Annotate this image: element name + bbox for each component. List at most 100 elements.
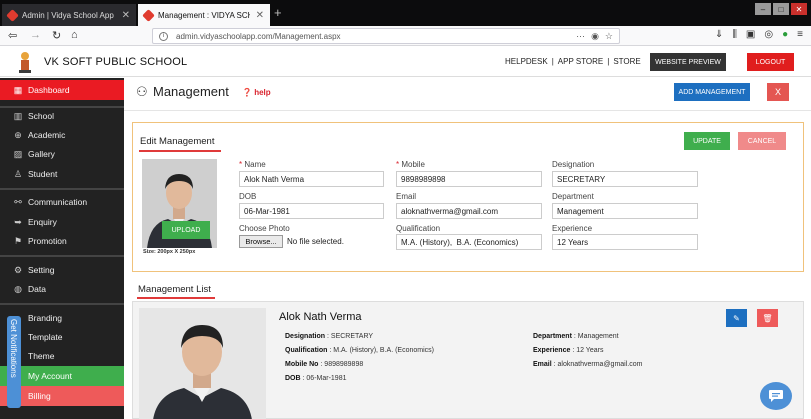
extension-icon[interactable]: ● (782, 29, 788, 40)
globe-icon: ⊕ (14, 129, 22, 140)
main-content: ⚇ Management ❓ help ADD MANAGEMENT X Edi… (124, 78, 811, 419)
delete-button[interactable]: 🗑 (757, 309, 778, 327)
new-tab-icon[interactable]: + (274, 5, 282, 20)
get-notifications-tab[interactable]: Get Notifications (7, 316, 21, 408)
sidebar-item-label: Theme (28, 351, 55, 361)
image-icon: ▨ (13, 148, 23, 159)
add-management-button[interactable]: ADD MANAGEMENT (674, 83, 750, 101)
file-status: No file selected. (287, 237, 344, 246)
email-field[interactable] (396, 203, 542, 219)
top-links: HELPDESK | APP STORE | STORE (505, 57, 641, 66)
chat-button[interactable] (760, 382, 792, 410)
menu-icon[interactable]: ≡ (797, 29, 803, 40)
designation-field[interactable] (552, 171, 698, 187)
upload-button[interactable]: UPLOAD (162, 221, 210, 239)
website-preview-button[interactable]: WEBSITE PREVIEW (650, 53, 726, 71)
pocket-icon[interactable]: ◉ (591, 31, 599, 42)
choose-photo-label: Choose Photo (239, 224, 290, 233)
sidebar-item-label: Enquiry (28, 217, 57, 227)
helpdesk-link[interactable]: HELPDESK (505, 57, 548, 66)
department-info: Department : Management (533, 333, 619, 340)
sidebar-item-label: Template (28, 332, 63, 342)
store-link[interactable]: STORE (613, 57, 640, 66)
sidebar-item-data[interactable]: ◍ Data (0, 279, 124, 299)
school-name: VK SOFT PUBLIC SCHOOL (44, 56, 188, 68)
sidebar-toggle-icon[interactable]: ▣ (746, 29, 755, 40)
url-bar[interactable]: i admin.vidyaschoolapp.com/Management.as… (152, 28, 620, 44)
update-button[interactable]: UPDATE (684, 132, 730, 150)
dob-field[interactable] (239, 203, 384, 219)
person-icon: ♙ (13, 168, 23, 179)
browser-tab-management[interactable]: Management : VIDYA SCHOOL ✕ (138, 4, 270, 26)
qualification-info: Qualification : M.A. (History), B.A. (Ec… (285, 347, 434, 354)
sidebar-item-enquiry[interactable]: ➥ Enquiry (0, 212, 124, 232)
sidebar-item-label: Academic (28, 130, 66, 140)
home-icon[interactable]: ⌂ (71, 29, 78, 41)
name-field[interactable] (239, 171, 384, 187)
info-icon[interactable]: i (159, 31, 168, 41)
close-icon[interactable]: ✕ (256, 10, 264, 21)
edit-section-title: Edit Management (140, 136, 215, 147)
account-icon[interactable]: ◎ (764, 29, 773, 40)
sidebar-item-label: Student (28, 169, 58, 179)
logout-button[interactable]: LOGOUT (747, 53, 794, 71)
maximize-icon[interactable]: □ (773, 3, 789, 15)
list-item-name: Alok Nath Verma (279, 311, 362, 323)
list-photo (139, 308, 266, 419)
qualification-field[interactable] (396, 234, 542, 250)
link-separator: | (607, 57, 610, 66)
sidebar-item-school[interactable]: ▥ School (0, 106, 124, 126)
forward-icon[interactable]: → (30, 29, 41, 41)
person-silhouette-icon (139, 308, 266, 419)
header-divider (124, 110, 811, 111)
more-icon[interactable]: ··· (576, 31, 585, 42)
sidebar-item-label: Dashboard (28, 85, 70, 95)
experience-field[interactable] (552, 234, 698, 250)
close-page-button[interactable]: X (767, 83, 789, 101)
browser-tab-admin[interactable]: Admin | Vidya School App | ɪ ɪ ✕ (2, 4, 136, 26)
help-link[interactable]: ❓ help (242, 88, 271, 97)
download-icon[interactable]: ⇓ (715, 29, 723, 40)
close-icon[interactable]: ✕ (122, 10, 130, 21)
sidebar-item-label: Promotion (28, 236, 67, 246)
browser-tab-bar: Admin | Vidya School App | ɪ ɪ ✕ Managem… (0, 0, 811, 26)
sidebar-item-label: Communication (28, 197, 88, 207)
sidebar-item-label: School (28, 111, 54, 121)
reload-icon[interactable]: ↻ (52, 29, 61, 42)
sidebar-item-promotion[interactable]: ⚑ Promotion (0, 231, 124, 251)
back-icon[interactable]: ⇦ (8, 29, 17, 42)
sidebar-item-label: Gallery (28, 149, 55, 159)
flag-icon: ⚑ (13, 235, 23, 246)
url-text: admin.vidyaschoolapp.com/Management.aspx (176, 31, 341, 41)
photo-size-note: Size: 200px X 250px (143, 249, 196, 255)
mobile-field[interactable] (396, 171, 542, 187)
tab-label: Management : VIDYA SCHOOL (158, 10, 250, 20)
edit-button[interactable]: ✎ (726, 309, 747, 327)
cancel-button[interactable]: CANCEL (738, 132, 786, 150)
department-field[interactable] (552, 203, 698, 219)
school-logo (19, 52, 31, 73)
mobile-label: * Mobile (396, 160, 425, 169)
minimize-icon[interactable]: – (755, 3, 771, 15)
sidebar-item-label: My Account (28, 371, 72, 381)
sidebar-item-dashboard[interactable]: ▦ Dashboard (0, 80, 124, 100)
sidebar-item-student[interactable]: ♙ Student (0, 164, 124, 184)
question-icon: ❓ (242, 88, 252, 97)
browse-button[interactable]: Browse... (239, 235, 283, 248)
bookmark-star-icon[interactable]: ☆ (605, 31, 613, 42)
library-icon[interactable]: ⫼ (732, 29, 737, 40)
sidebar-item-communication[interactable]: ⚯ Communication (0, 192, 124, 212)
window-close-icon[interactable]: ✕ (791, 3, 807, 15)
tab-label: Admin | Vidya School App | ɪ ɪ (22, 10, 116, 20)
sidebar-item-setting[interactable]: ⚙ Setting (0, 260, 124, 280)
app-store-link[interactable]: APP STORE (558, 57, 604, 66)
browser-navbar: ⇦ → ↻ ⌂ i admin.vidyaschoolapp.com/Manag… (0, 26, 811, 46)
profile-photo: UPLOAD (142, 159, 217, 248)
sidebar-divider (0, 303, 124, 305)
notifications-label: Get Notifications (9, 319, 18, 378)
trash-icon: 🗑 (762, 313, 773, 323)
sidebar-item-academic[interactable]: ⊕ Academic (0, 125, 124, 145)
sidebar-item-gallery[interactable]: ▨ Gallery (0, 144, 124, 164)
building-icon: ▥ (13, 110, 23, 121)
favicon-icon (6, 8, 19, 22)
